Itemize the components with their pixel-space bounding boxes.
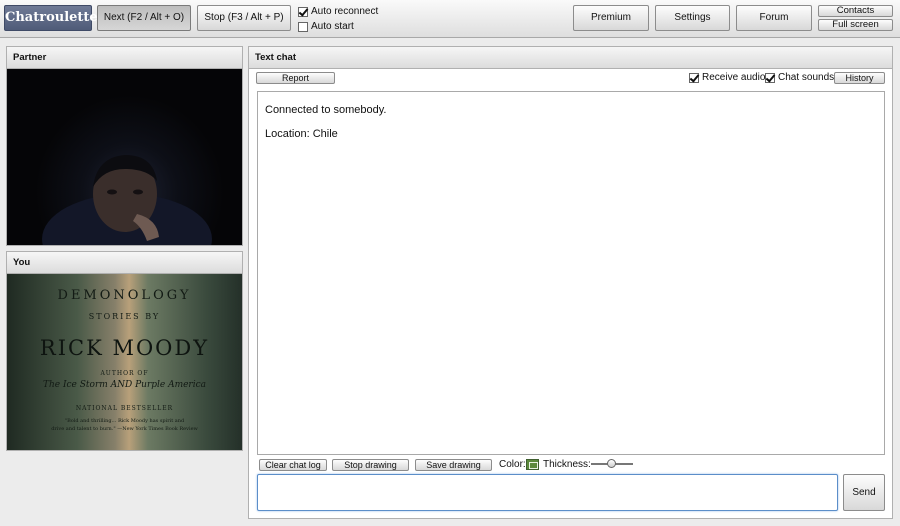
book-title: DEMONOLOGY [57,288,192,303]
receive-audio-label: Receive audio [702,72,766,83]
auto-start-checkbox[interactable]: Auto start [298,21,354,32]
checkbox-checked-icon[interactable] [765,72,775,83]
send-button[interactable]: Send [843,474,885,511]
chat-message: Location: Chile [265,128,338,140]
chat-sounds-label: Chat sounds [778,72,835,83]
chat-sounds-checkbox[interactable]: Chat sounds [765,72,834,83]
thickness-label: Thickness: [543,459,591,470]
auto-start-label: Auto start [311,21,354,32]
partner-webcam-icon [42,155,212,245]
settings-button[interactable]: Settings [655,5,730,31]
chatroulette-logo: Chatroulette [4,5,98,31]
clear-chat-log-button[interactable]: Clear chat log [259,459,327,471]
thickness-slider[interactable] [591,457,633,471]
book-author: RICK MOODY [39,336,210,360]
book-previous-works: The Ice Storm AND Purple America [42,380,207,390]
auto-reconnect-checkbox[interactable]: Auto reconnect [298,6,378,17]
book-blurb-line-2: drive and talent to burn." —New York Tim… [51,426,198,432]
slider-thumb[interactable] [607,459,616,468]
book-badge: NATIONAL BESTSELLER [75,405,174,412]
stop-button[interactable]: Stop (F3 / Alt + P) [197,5,291,31]
partner-panel: Partner [6,46,243,246]
auto-reconnect-label: Auto reconnect [311,6,379,17]
you-title: You [7,252,242,274]
book-author-of: AUTHOR OF [100,370,149,377]
color-picker-swatch[interactable] [526,459,539,470]
receive-audio-checkbox[interactable]: Receive audio [689,72,765,83]
partner-webcam-feed [7,69,242,245]
full-screen-button[interactable]: Full screen [818,19,893,31]
history-button[interactable]: History [834,72,885,84]
color-label: Color: [499,459,526,470]
book-subtitle: STORIES BY [88,312,161,321]
checkbox-unchecked-icon[interactable] [298,21,308,32]
partner-title: Partner [7,47,242,69]
top-toolbar: Chatroulette Next (F2 / Alt + O) Stop (F… [0,0,900,38]
contacts-button[interactable]: Contacts [818,5,893,17]
save-drawing-button[interactable]: Save drawing [415,459,492,471]
premium-button[interactable]: Premium [573,5,649,31]
book-cover: DEMONOLOGY STORIES BY RICK MOODY AUTHOR … [7,274,242,450]
next-button[interactable]: Next (F2 / Alt + O) [97,5,191,31]
text-chat-title: Text chat [249,47,892,69]
stop-drawing-button[interactable]: Stop drawing [332,459,409,471]
chat-message: Connected to somebody. [265,104,387,116]
you-webcam-feed: DEMONOLOGY STORIES BY RICK MOODY AUTHOR … [7,274,242,450]
book-blurb-line-1: "Bold and thrilling... Rick Moody has sp… [64,418,185,424]
text-chat-panel: Text chat Report Receive audio Chat soun… [248,46,893,519]
checkbox-checked-icon[interactable] [298,6,308,17]
report-button[interactable]: Report [256,72,335,84]
message-input[interactable] [257,474,838,511]
checkbox-checked-icon[interactable] [689,72,699,83]
you-panel: You DEMONOLOGY STORIES BY RICK MOODY AUT… [6,251,243,451]
chat-log: Connected to somebody. Location: Chile [257,91,885,455]
forum-button[interactable]: Forum [736,5,812,31]
